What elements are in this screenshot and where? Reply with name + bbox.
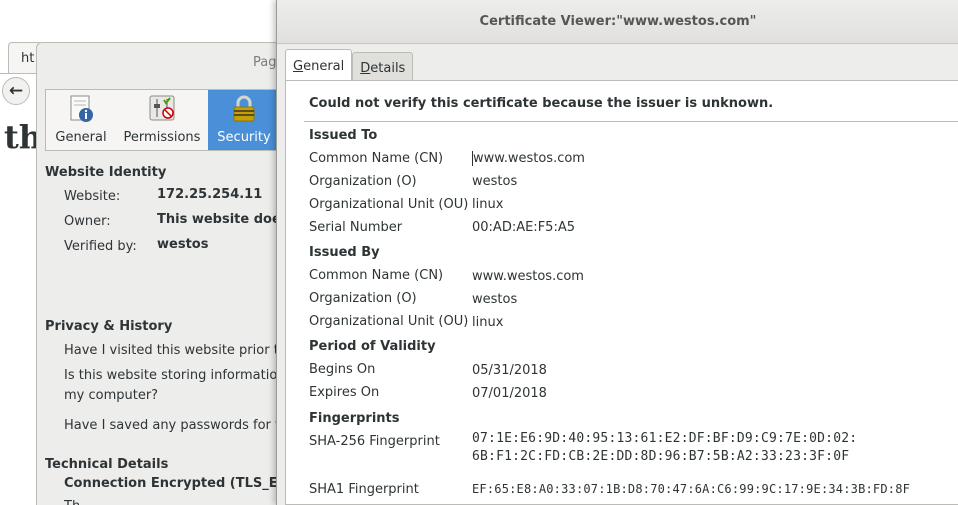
tab-general-label-rest: eneral <box>303 59 345 74</box>
sha256-label: SHA-256 Fingerprint <box>309 434 440 449</box>
info-icon <box>66 94 96 124</box>
issued-by-ou-value[interactable]: linux <box>472 315 503 330</box>
begins-on-value[interactable]: 05/31/2018 <box>472 363 547 378</box>
page-info-window: Pag General Permissions Security Website… <box>36 42 296 505</box>
tab-details-label-rest: etails <box>370 61 406 76</box>
page-info-toolbar: General Permissions Security <box>45 89 295 151</box>
issued-by-cn-value[interactable]: www.westos.com <box>472 269 584 284</box>
issued-by-ou-label: Organizational Unit (OU) <box>309 314 469 329</box>
expires-on-label: Expires On <box>309 385 380 400</box>
expires-on-value[interactable]: 07/01/2018 <box>472 386 547 401</box>
website-label: Website: <box>64 189 121 204</box>
website-value: 172.25.254.11 <box>157 187 263 202</box>
tab-details[interactable]: Details <box>352 52 414 83</box>
sha256-value-line2[interactable]: 6B:F1:2C:FD:CB:2E:DD:8D:96:B7:5B:A2:33:2… <box>472 449 849 464</box>
begins-on-label: Begins On <box>309 362 376 377</box>
tab-security-label: Security <box>217 130 271 145</box>
certificate-viewer-dialog: Certificate Viewer:"www.westos.com" Gene… <box>276 0 958 505</box>
tab-general-mnemonic: G <box>293 59 304 74</box>
storing-question-line2: my computer? <box>64 388 159 403</box>
technical-detail-cut-text: Th <box>64 499 80 505</box>
serial-number-label: Serial Number <box>309 220 403 235</box>
issued-by-heading: Issued By <box>309 245 380 260</box>
owner-label: Owner: <box>64 214 111 229</box>
owner-value: This website does <box>157 212 289 227</box>
tab-strip-divider <box>0 73 40 74</box>
tab-general-cert[interactable]: General <box>285 49 353 81</box>
cert-tab-bar: General Details <box>285 49 414 83</box>
connection-encrypted: Connection Encrypted (TLS_ECI <box>64 476 292 491</box>
privacy-history-heading: Privacy & History <box>45 319 173 334</box>
sha256-value-line1[interactable]: 07:1E:E6:9D:40:95:13:61:E2:DF:BF:D9:C9:7… <box>472 431 857 446</box>
issued-by-o-label: Organization (O) <box>309 291 417 306</box>
issued-by-o-value[interactable]: westos <box>472 292 517 307</box>
tab-permissions[interactable]: Permissions <box>116 90 208 150</box>
dialog-titlebar[interactable]: Certificate Viewer:"www.westos.com" <box>277 0 958 44</box>
tab-security[interactable]: Security <box>208 90 280 150</box>
issued-to-ou-value[interactable]: linux <box>472 197 503 212</box>
issued-to-o-label: Organization (O) <box>309 174 417 189</box>
verified-by-label: Verified by: <box>64 239 137 254</box>
storing-question-line1: Is this website storing informatio <box>64 368 278 383</box>
lock-icon <box>229 94 259 124</box>
permissions-icon <box>147 94 177 124</box>
technical-details-heading: Technical Details <box>45 457 169 472</box>
website-identity-heading: Website Identity <box>45 165 167 180</box>
serial-number-value[interactable]: 00:AD:AE:F5:A5 <box>472 220 575 235</box>
passwords-question: Have I saved any passwords for t <box>64 418 281 433</box>
issued-to-cn-label: Common Name (CN) <box>309 151 444 166</box>
visited-question: Have I visited this website prior t <box>64 343 279 358</box>
validity-heading: Period of Validity <box>309 339 436 354</box>
issued-to-o-value[interactable]: westos <box>472 174 517 189</box>
tab-general-label: General <box>55 130 107 145</box>
arrow-left-icon: ← <box>8 81 24 101</box>
verified-by-value: westos <box>157 237 209 252</box>
sha1-label: SHA1 Fingerprint <box>309 482 419 497</box>
sha1-value[interactable]: EF:65:E8:A0:33:07:1B:D8:70:47:6A:C6:99:9… <box>472 482 910 496</box>
back-button[interactable]: ← <box>2 77 30 105</box>
tab-permissions-label: Permissions <box>123 130 201 145</box>
browser-tab-label: ht <box>21 51 35 66</box>
issued-to-heading: Issued To <box>309 128 378 143</box>
page-info-title: Pag <box>253 55 277 70</box>
tab-general[interactable]: General <box>46 90 116 150</box>
cert-general-panel: Could not verify this certificate becaus… <box>285 80 958 505</box>
issued-to-cn-value[interactable]: www.westos.com <box>472 151 585 166</box>
dialog-title: Certificate Viewer:"www.westos.com" <box>479 14 757 29</box>
divider <box>304 121 958 122</box>
issued-by-cn-label: Common Name (CN) <box>309 268 444 283</box>
fingerprints-heading: Fingerprints <box>309 411 400 426</box>
verification-message: Could not verify this certificate becaus… <box>309 96 774 111</box>
tab-details-mnemonic: D <box>360 61 371 76</box>
issued-to-ou-label: Organizational Unit (OU) <box>309 197 469 212</box>
